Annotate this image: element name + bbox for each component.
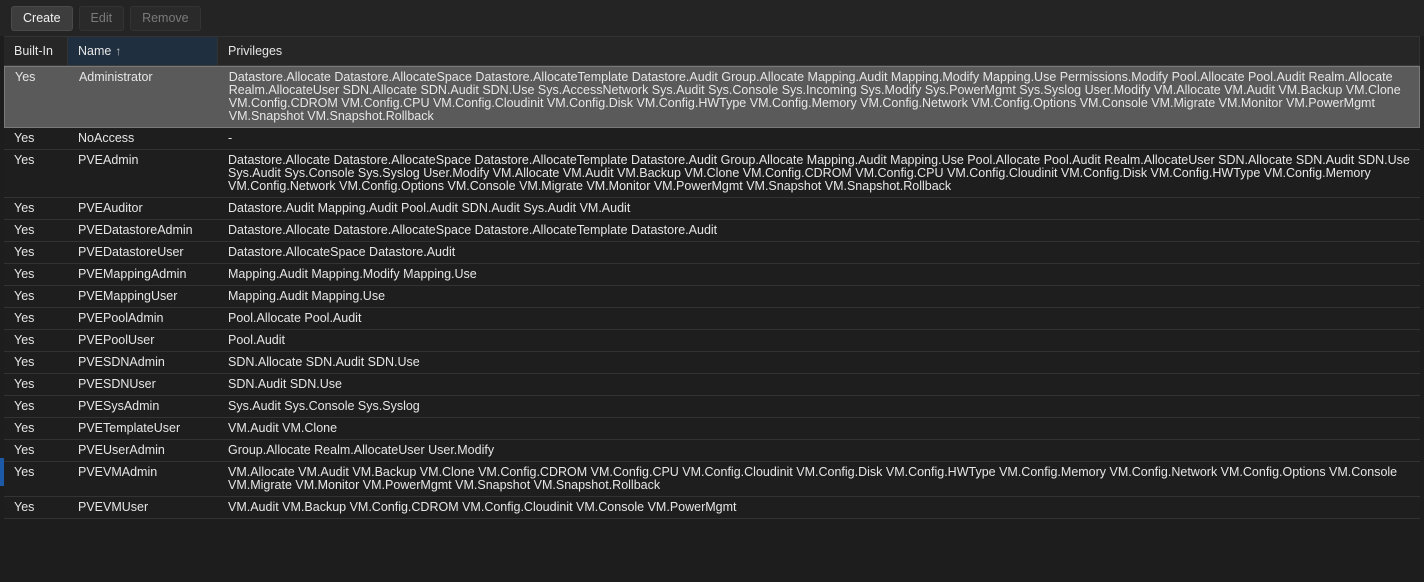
grid-body: Yes Administrator Datastore.Allocate Datas…	[4, 66, 1420, 519]
table-row[interactable]: Yes PVEAuditor Datastore.Audit Mapping.Aud…	[4, 198, 1420, 220]
cell-builtin: Yes	[14, 201, 35, 215]
cell-privileges: SDN.Allocate SDN.Audit SDN.Use	[228, 355, 420, 369]
cell-builtin: Yes	[14, 311, 35, 325]
cell-builtin: Yes	[14, 333, 35, 347]
cell-privileges: VM.Audit VM.Clone	[228, 421, 338, 435]
column-header-privileges-label: Privileges	[228, 44, 283, 58]
cell-privileges: Mapping.Audit Mapping.Use	[228, 289, 386, 303]
remove-button[interactable]: Remove	[130, 5, 201, 31]
cell-name: PVEDatastoreAdmin	[78, 223, 193, 237]
cell-name: Administrator	[78, 70, 153, 84]
table-row[interactable]: Yes PVEDatastoreAdmin Datastore.Allocate D…	[4, 220, 1420, 242]
cell-privileges: VM.Allocate VM.Audit VM.Backup VM.Clone …	[228, 465, 1398, 492]
cell-name: PVEMappingAdmin	[78, 267, 187, 281]
create-button[interactable]: Create	[11, 5, 73, 31]
cell-builtin: Yes	[14, 223, 35, 237]
table-row[interactable]: Yes PVEUserAdmin Group.Allocate Realm.Allo…	[4, 440, 1420, 462]
toolbar: Create Edit Remove	[0, 0, 1424, 36]
cell-name: PVEPoolAdmin	[78, 311, 164, 325]
cell-builtin: Yes	[14, 289, 35, 303]
cell-privileges: Mapping.Audit Mapping.Modify Mapping.Use	[228, 267, 477, 281]
cell-privileges: Group.Allocate Realm.AllocateUser User.M…	[228, 443, 495, 457]
table-row[interactable]: Yes PVEDatastoreUser Datastore.AllocateSpa…	[4, 242, 1420, 264]
cell-name: PVEAuditor	[78, 201, 143, 215]
cell-name: PVEUserAdmin	[78, 443, 165, 457]
cell-builtin: Yes	[14, 267, 35, 281]
cell-privileges: Datastore.AllocateSpace Datastore.Audit	[228, 245, 456, 259]
column-header-name[interactable]: Name ↑	[68, 37, 218, 65]
cell-privileges: Pool.Allocate Pool.Audit	[228, 311, 362, 325]
table-row[interactable]: Yes PVEVMAdmin VM.Allocate VM.Audit VM.Bac…	[4, 462, 1420, 497]
table-row[interactable]: Yes PVETemplateUser VM.Audit VM.Clone	[4, 418, 1420, 440]
table-row[interactable]: Yes PVEAdmin Datastore.Allocate Datastore.…	[4, 150, 1420, 198]
column-header-name-label: Name	[78, 44, 112, 58]
cell-builtin: Yes	[14, 500, 35, 514]
cell-privileges: VM.Audit VM.Backup VM.Config.CDROM VM.Co…	[228, 500, 737, 514]
cell-privileges: SDN.Audit SDN.Use	[228, 377, 342, 391]
cell-name: PVETemplateUser	[78, 421, 181, 435]
cell-name: PVESysAdmin	[78, 399, 160, 413]
cell-privileges: Datastore.Audit Mapping.Audit Pool.Audit…	[228, 201, 631, 215]
cell-privileges: Datastore.Allocate Datastore.AllocateSpa…	[228, 153, 1410, 193]
cell-privileges: Datastore.Allocate Datastore.AllocateSpa…	[228, 223, 718, 237]
cell-builtin: Yes	[15, 70, 36, 84]
table-row[interactable]: Yes PVESDNUser SDN.Audit SDN.Use	[4, 374, 1420, 396]
cell-builtin: Yes	[14, 443, 35, 457]
column-header-privileges[interactable]: Privileges	[218, 37, 1420, 65]
edit-button[interactable]: Edit	[78, 5, 125, 31]
cell-builtin: Yes	[14, 245, 35, 259]
cell-builtin: Yes	[14, 465, 35, 479]
cell-name: PVEVMAdmin	[78, 465, 158, 479]
cell-name: PVESDNAdmin	[78, 355, 165, 369]
sort-ascending-icon: ↑	[115, 44, 122, 58]
table-row[interactable]: Yes Administrator Datastore.Allocate Datas…	[4, 66, 1420, 128]
cell-name: NoAccess	[78, 131, 135, 145]
cell-name: PVEAdmin	[78, 153, 139, 167]
cell-builtin: Yes	[14, 421, 35, 435]
cell-name: PVEVMUser	[78, 500, 149, 514]
cell-name: PVESDNUser	[78, 377, 156, 391]
cell-name: PVEPoolUser	[78, 333, 155, 347]
cell-privileges: Datastore.Allocate Datastore.AllocateSpa…	[228, 70, 1401, 123]
table-row[interactable]: Yes PVESysAdmin Sys.Audit Sys.Console Sys.…	[4, 396, 1420, 418]
column-header-builtin[interactable]: Built-In	[4, 37, 68, 65]
cell-name: PVEMappingUser	[78, 289, 178, 303]
table-row[interactable]: Yes PVEPoolUser Pool.Audit	[4, 330, 1420, 352]
table-row[interactable]: Yes PVEPoolAdmin Pool.Allocate Pool.Audit	[4, 308, 1420, 330]
grid-header: Built-In Name ↑ Privileges	[4, 36, 1420, 66]
table-row[interactable]: Yes PVEMappingUser Mapping.Audit Mapping.U…	[4, 286, 1420, 308]
table-row[interactable]: Yes PVEMappingAdmin Mapping.Audit Mapping.…	[4, 264, 1420, 286]
cell-privileges: Sys.Audit Sys.Console Sys.Syslog	[228, 399, 420, 413]
cell-builtin: Yes	[14, 131, 35, 145]
cell-name: PVEDatastoreUser	[78, 245, 184, 259]
cell-privileges: Pool.Audit	[228, 333, 285, 347]
cell-builtin: Yes	[14, 377, 35, 391]
table-row[interactable]: Yes PVEVMUser VM.Audit VM.Backup VM.Config…	[4, 497, 1420, 519]
table-row[interactable]: Yes NoAccess -	[4, 128, 1420, 150]
cell-privileges: -	[228, 131, 233, 145]
cell-builtin: Yes	[14, 399, 35, 413]
cell-builtin: Yes	[14, 153, 35, 167]
roles-grid: Built-In Name ↑ Privileges Yes Administra…	[4, 36, 1420, 519]
column-header-builtin-label: Built-In	[14, 44, 53, 58]
cell-builtin: Yes	[14, 355, 35, 369]
table-row[interactable]: Yes PVESDNAdmin SDN.Allocate SDN.Audit SDN…	[4, 352, 1420, 374]
